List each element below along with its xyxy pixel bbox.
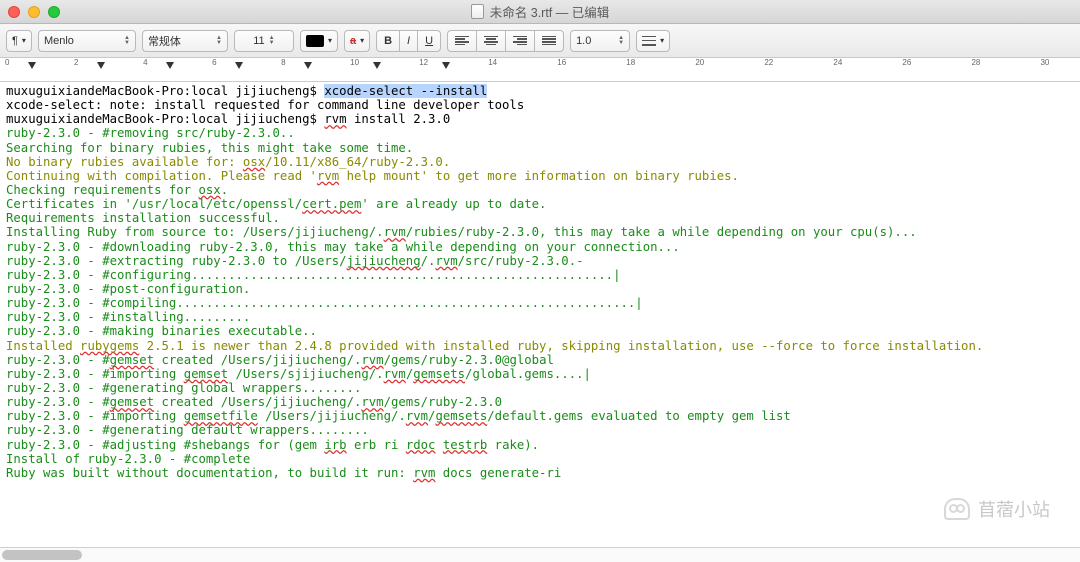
prompt: muxuguixiandeMacBook-Pro:local jijiuchen… — [6, 112, 324, 126]
align-left-icon — [455, 36, 469, 46]
wechat-icon — [944, 498, 970, 520]
output-line: Installed rubygems 2.5.1 is newer than 2… — [6, 339, 983, 353]
underline-button[interactable]: U — [417, 30, 441, 52]
text-style-group: B I U — [376, 30, 441, 52]
output-line: ruby-2.3.0 - #gemset created /Users/jiji… — [6, 353, 554, 367]
font-style-select[interactable]: 常规体 ▲▼ — [142, 30, 228, 52]
ruler[interactable]: 024681012141618202224262830 — [0, 58, 1080, 82]
output-line: ruby-2.3.0 - #downloading ruby-2.3.0, th… — [6, 240, 680, 254]
align-right-icon — [513, 36, 527, 46]
strike-color-button[interactable]: a ▾ — [344, 30, 370, 52]
list-button[interactable]: ▾ — [636, 30, 670, 52]
output-line: ruby-2.3.0 - #removing src/ruby-2.3.0.. — [6, 126, 295, 140]
window-title: 未命名 3.rtf — 已编辑 — [0, 2, 1080, 21]
output-line: Install of ruby-2.3.0 - #complete — [6, 452, 250, 466]
selected-text: xcode-select --install — [324, 84, 487, 98]
font-size-select[interactable]: 11 ▲▼ — [234, 30, 294, 52]
output-line: Installing Ruby from source to: /Users/j… — [6, 225, 917, 239]
output-line: ruby-2.3.0 - #compiling.................… — [6, 296, 643, 310]
output-line: xcode-select: note: install requested fo… — [6, 98, 524, 112]
output-line: No binary rubies available for: osx/10.1… — [6, 155, 450, 169]
output-line: ruby-2.3.0 - #importing gemset /Users/sj… — [6, 367, 591, 381]
horizontal-scrollbar[interactable] — [0, 547, 1080, 562]
output-line: Checking requirements for osx. — [6, 183, 228, 197]
format-toolbar: ¶▾ Menlo ▲▼ 常规体 ▲▼ 11 ▲▼ ▾ a ▾ B I U — [0, 24, 1080, 58]
text-color-button[interactable]: ▾ — [300, 30, 338, 52]
align-justify-icon — [542, 36, 556, 46]
output-line: ruby-2.3.0 - #importing gemsetfile /User… — [6, 409, 791, 423]
prompt: muxuguixiandeMacBook-Pro:local jijiuchen… — [6, 84, 324, 98]
output-line: ruby-2.3.0 - #installing......... — [6, 310, 250, 324]
output-line: Requirements installation successful. — [6, 211, 280, 225]
stepper-icon: ▲▼ — [269, 36, 275, 46]
align-center-icon — [484, 36, 498, 46]
align-right-button[interactable] — [505, 30, 534, 52]
output-line: ruby-2.3.0 - #making binaries executable… — [6, 324, 317, 338]
color-swatch-icon — [306, 35, 324, 47]
output-line: ruby-2.3.0 - #adjusting #shebangs for (g… — [6, 438, 539, 452]
title-text: 未命名 3.rtf — 已编辑 — [490, 2, 609, 21]
line-spacing-select[interactable]: 1.0 ▲▼ — [570, 30, 630, 52]
textedit-window: 未命名 3.rtf — 已编辑 ¶▾ Menlo ▲▼ 常规体 ▲▼ 11 ▲▼… — [0, 0, 1080, 562]
document-icon — [471, 4, 484, 19]
output-line: ruby-2.3.0 - #gemset created /Users/jiji… — [6, 395, 502, 409]
output-line: ruby-2.3.0 - #configuring...............… — [6, 268, 620, 282]
output-line: Searching for binary rubies, this might … — [6, 141, 413, 155]
stepper-icon: ▲▼ — [618, 36, 624, 46]
bold-button[interactable]: B — [376, 30, 399, 52]
output-line: Certificates in '/usr/local/etc/openssl/… — [6, 197, 546, 211]
output-line: ruby-2.3.0 - #post-configuration. — [6, 282, 250, 296]
titlebar: 未命名 3.rtf — 已编辑 — [0, 0, 1080, 24]
output-line: ruby-2.3.0 - #generating default wrapper… — [6, 423, 369, 437]
output-line: ruby-2.3.0 - #generating global wrappers… — [6, 381, 361, 395]
align-group — [447, 30, 564, 52]
align-center-button[interactable] — [476, 30, 505, 52]
watermark-text: 苜蓿小站 — [978, 496, 1050, 522]
font-select[interactable]: Menlo ▲▼ — [38, 30, 136, 52]
output-line: Continuing with compilation. Please read… — [6, 169, 739, 183]
scrollbar-thumb[interactable] — [2, 550, 82, 560]
stepper-icon: ▲▼ — [216, 36, 222, 46]
italic-button[interactable]: I — [399, 30, 417, 52]
output-line: ruby-2.3.0 - #extracting ruby-2.3.0 to /… — [6, 254, 584, 268]
watermark: 苜蓿小站 — [944, 496, 1050, 522]
strike-icon: a — [350, 35, 356, 47]
document-content[interactable]: muxuguixiandeMacBook-Pro:local jijiuchen… — [0, 82, 1080, 547]
align-justify-button[interactable] — [534, 30, 564, 52]
list-icon — [642, 36, 656, 46]
paragraph-style-button[interactable]: ¶▾ — [6, 30, 32, 52]
stepper-icon: ▲▼ — [124, 36, 130, 46]
align-left-button[interactable] — [447, 30, 476, 52]
output-line: Ruby was built without documentation, to… — [6, 466, 561, 480]
